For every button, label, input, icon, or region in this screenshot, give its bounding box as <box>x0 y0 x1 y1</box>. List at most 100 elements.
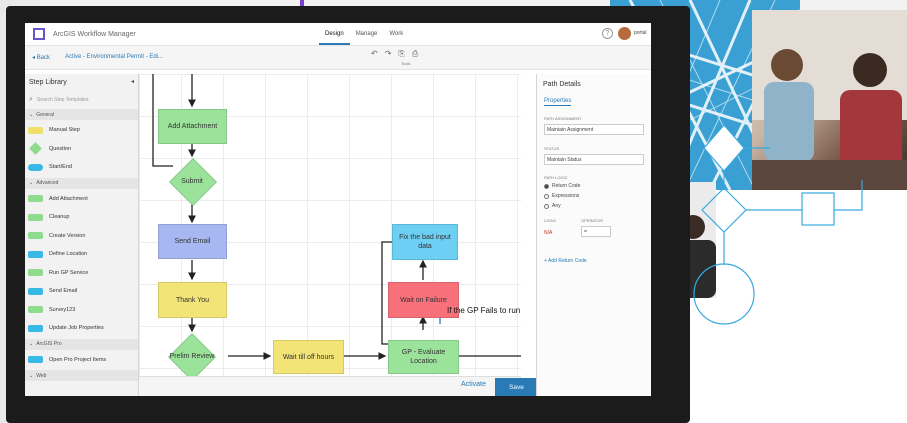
node-submit[interactable]: Submit <box>160 157 224 207</box>
tools-label: Tools <box>401 61 411 66</box>
rect-swatch-icon <box>28 195 43 203</box>
section-label: ArcGIS Pro <box>36 341 62 347</box>
pill-swatch-icon <box>28 163 43 171</box>
node-thank-you[interactable]: Thank You <box>158 282 227 318</box>
step-library-title: Step Library <box>29 79 67 86</box>
node-submit-label: Submit <box>181 177 203 185</box>
step-item[interactable]: Survey123 <box>25 301 138 320</box>
breadcrumb[interactable]: Active - Environmental Permit - Edi... <box>65 54 163 60</box>
node-wait-till-off-hours[interactable]: Wait till off hours <box>273 340 344 374</box>
collapse-icon[interactable]: ◂ <box>131 78 134 85</box>
path-logic-label: PATH LOGIC <box>544 175 568 180</box>
step-item-label: Update Job Properties <box>49 325 104 332</box>
chevron-down-icon: ⌄ <box>29 372 34 379</box>
assignment-label: PATH ASSIGNMENT <box>544 116 582 121</box>
section-header[interactable]: ⌄ General <box>25 109 138 120</box>
section-header[interactable]: ⌄ Advanced <box>25 177 138 189</box>
app-title: ArcGIS Workflow Manager <box>53 30 136 38</box>
workflow-canvas[interactable]: Add Attachment Submit Send Email Thank Y… <box>139 74 521 396</box>
laptop-frame: ArcGIS Workflow Manager Design Manage Wo… <box>6 6 690 423</box>
user-name[interactable]: portal <box>634 30 647 36</box>
step-list: ⌄ General Manual Step Question Start/End ⌄ A… <box>25 109 138 381</box>
tab-design[interactable]: Design <box>319 23 350 45</box>
add-return-code-button[interactable]: + Add Return Code <box>544 258 587 264</box>
tab-properties[interactable]: Properties <box>544 98 572 106</box>
search-icon: ⌕ <box>29 95 33 103</box>
redo-icon[interactable]: ↷ <box>385 49 392 59</box>
rect-swatch-icon <box>28 356 43 364</box>
node-fix-bad-input-data[interactable]: Fix the bad input data <box>392 224 458 260</box>
chevron-down-icon: ⌄ <box>29 341 34 347</box>
step-item-label: Question <box>49 145 72 152</box>
avatar[interactable] <box>618 27 631 40</box>
step-item[interactable]: Start/End <box>25 158 138 177</box>
node-prelim-review[interactable]: Prelim Review <box>156 332 228 382</box>
nav-tabs: Design Manage Work <box>319 23 409 45</box>
rect-swatch-icon <box>28 232 43 240</box>
radio-any[interactable]: Any <box>544 203 561 209</box>
step-item-label: Manual Step <box>49 127 80 134</box>
section-label: Advanced <box>36 180 59 186</box>
step-item[interactable]: Define Location <box>25 245 138 264</box>
step-item-label: Open Pro Project Items <box>49 356 107 363</box>
step-item[interactable]: Send Email <box>25 282 138 301</box>
step-item-label: Define Location <box>49 251 88 258</box>
sub-toolbar: ◂ Back Active - Environmental Permit - E… <box>25 46 651 70</box>
path-details-panel: Path Details Properties PATH ASSIGNMENT … <box>536 74 651 396</box>
rect-swatch-icon <box>28 213 43 221</box>
step-item[interactable]: Run GP Service <box>25 264 138 283</box>
back-button[interactable]: ◂ Back <box>32 54 50 61</box>
diamond-swatch-icon <box>29 142 42 156</box>
step-item-label: Send Email <box>49 288 78 295</box>
panel-title: Path Details <box>543 81 581 88</box>
rect-swatch-icon <box>28 287 43 295</box>
save-button[interactable]: Save <box>495 378 538 396</box>
rect-swatch-icon <box>28 250 43 258</box>
status-select[interactable]: Maintain Status <box>544 154 644 165</box>
section-header[interactable]: ⌄ Web <box>25 370 138 381</box>
radio-return-code[interactable]: Return Code <box>544 183 580 189</box>
radio-label: Expressions <box>552 193 580 199</box>
add-return-code-label: Add Return Code <box>548 258 587 264</box>
undo-icon[interactable]: ↶ <box>371 49 378 59</box>
operator-select[interactable]: = <box>581 226 611 237</box>
assignment-select[interactable]: Maintain Assignment <box>544 124 644 135</box>
search-input[interactable]: ⌕ Search Step Templates <box>29 92 134 107</box>
workflow-logo-icon <box>33 28 45 40</box>
node-send-email[interactable]: Send Email <box>158 224 227 259</box>
step-item[interactable]: Cleanup <box>25 208 138 227</box>
radio-expressions[interactable]: Expressions <box>544 193 579 199</box>
step-item-label: Create Version <box>49 232 86 239</box>
tab-work[interactable]: Work <box>383 23 409 45</box>
step-item[interactable]: Update Job Properties <box>25 319 138 338</box>
edge-label-gp-fail[interactable]: If the GP Fails to run, wait 1 mi <box>447 306 521 315</box>
print-icon[interactable]: ⎙ <box>412 49 418 59</box>
node-prelim-review-label: Prelim Review <box>169 352 215 360</box>
section-header[interactable]: ⌄ ArcGIS Pro <box>25 338 138 350</box>
node-gp-evaluate-location[interactable]: GP - Evaluate Location <box>388 340 459 374</box>
tab-manage[interactable]: Manage <box>350 23 384 45</box>
rect-swatch-icon <box>28 269 43 277</box>
step-item-label: Run GP Service <box>49 269 89 276</box>
back-label: Back <box>36 55 51 61</box>
step-item-label: Start/End <box>49 164 72 171</box>
radio-dot <box>544 203 549 209</box>
search-placeholder: Search Step Templates <box>36 96 89 103</box>
logic-column-label: LOGIC <box>544 218 557 223</box>
section-label: General <box>36 111 54 118</box>
logic-value[interactable]: N/A <box>544 230 552 236</box>
activate-button[interactable]: Activate <box>461 381 486 388</box>
app-screen: ArcGIS Workflow Manager Design Manage Wo… <box>25 23 651 396</box>
step-item[interactable]: Create Version <box>25 227 138 246</box>
step-item[interactable]: Open Pro Project Items <box>25 351 138 370</box>
step-item[interactable]: Manual Step <box>25 121 138 140</box>
status-label: STATUS <box>544 146 560 151</box>
node-add-attachment[interactable]: Add Attachment <box>158 109 227 144</box>
step-library-header: Step Library ◂ <box>25 74 138 91</box>
step-item[interactable]: Question <box>25 140 138 159</box>
copy-icon[interactable]: ⎘ <box>398 49 404 59</box>
operator-column-label: OPERATOR <box>581 218 604 223</box>
step-item-label: Survey123 <box>49 306 76 313</box>
help-icon[interactable]: ? <box>602 28 613 39</box>
step-item[interactable]: Add Attachment <box>25 190 138 209</box>
